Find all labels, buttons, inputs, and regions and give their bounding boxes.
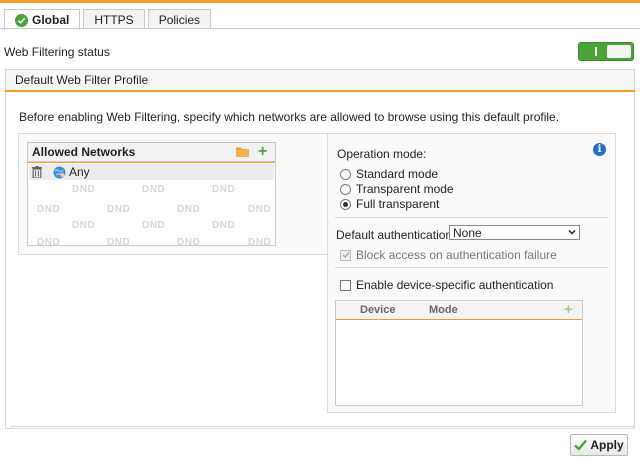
check-icon bbox=[574, 439, 588, 451]
dnd-watermark: DND bbox=[142, 184, 166, 195]
tab-policies[interactable]: Policies bbox=[147, 9, 212, 29]
device-auth-label: Enable device-specific authentication bbox=[356, 278, 554, 292]
device-auth-checkbox[interactable] bbox=[340, 279, 351, 291]
tab-global[interactable]: Global bbox=[4, 9, 81, 30]
tab-policies-label: Policies bbox=[158, 12, 201, 27]
dnd-watermark: DND bbox=[248, 204, 272, 215]
trash-icon[interactable] bbox=[32, 166, 42, 178]
block-access-checkbox bbox=[340, 249, 351, 261]
checkmark-icon bbox=[342, 251, 350, 258]
default-auth-value: None bbox=[453, 225, 482, 240]
top-accent-line bbox=[0, 0, 640, 3]
dnd-watermark: DND bbox=[248, 237, 272, 246]
check-circle-icon bbox=[15, 13, 28, 27]
folder-icon[interactable] bbox=[236, 146, 249, 157]
radio-standard-mode[interactable]: Standard mode bbox=[340, 167, 438, 181]
allowed-networks-header: Allowed Networks + bbox=[28, 143, 275, 163]
tab-https-label: HTTPS bbox=[94, 12, 134, 27]
apply-button[interactable]: Apply bbox=[570, 434, 628, 456]
dnd-watermark: DND bbox=[37, 204, 61, 215]
add-network-icon[interactable]: + bbox=[258, 144, 272, 160]
device-table-header: Device Mode + bbox=[336, 301, 582, 320]
radio-button[interactable] bbox=[340, 168, 351, 180]
default-auth-label: Default authentication: bbox=[336, 228, 456, 242]
add-device-icon: + bbox=[564, 301, 573, 318]
block-access-label: Block access on authentication failure bbox=[356, 248, 557, 262]
column-device: Device bbox=[360, 304, 396, 316]
radio-button-checked[interactable] bbox=[340, 198, 351, 210]
dnd-watermark: DND bbox=[107, 204, 131, 215]
globe-user-icon bbox=[53, 166, 66, 178]
column-mode: Mode bbox=[429, 304, 458, 316]
radio-full-transparent-label: Full transparent bbox=[356, 197, 440, 211]
profile-header: Default Web Filter Profile bbox=[5, 69, 635, 91]
dnd-watermark: DND bbox=[212, 184, 236, 195]
list-item[interactable]: Any bbox=[29, 164, 274, 180]
dnd-watermark: DND bbox=[37, 237, 61, 246]
allowed-networks-title: Allowed Networks bbox=[32, 145, 136, 159]
apply-label: Apply bbox=[590, 438, 624, 452]
info-icon[interactable]: i bbox=[593, 143, 606, 156]
radio-full-transparent[interactable]: Full transparent bbox=[340, 197, 439, 211]
dnd-watermark: DND bbox=[72, 220, 96, 231]
dnd-watermark: DND bbox=[72, 184, 96, 195]
tabs-divider bbox=[0, 28, 640, 29]
profile-title: Default Web Filter Profile bbox=[15, 73, 149, 87]
dnd-watermark: DND bbox=[177, 204, 201, 215]
dnd-watermark: DND bbox=[212, 220, 236, 231]
dnd-watermark: DND bbox=[142, 220, 166, 231]
allowed-networks-list: Allowed Networks + Any DND DND DND DND D… bbox=[27, 142, 276, 246]
tab-global-label: Global bbox=[32, 13, 70, 27]
tab-https[interactable]: HTTPS bbox=[83, 9, 145, 29]
block-access-option: Block access on authentication failure bbox=[340, 248, 557, 262]
separator bbox=[335, 267, 608, 268]
network-any-label: Any bbox=[69, 165, 90, 179]
tab-bar: Global HTTPS Policies bbox=[4, 9, 214, 30]
web-filtering-toggle[interactable] bbox=[578, 42, 634, 61]
toggle-knob bbox=[607, 45, 631, 58]
device-header-accent bbox=[336, 319, 582, 320]
radio-standard-label: Standard mode bbox=[356, 167, 439, 181]
web-filtering-status-label: Web Filtering status bbox=[4, 45, 110, 59]
toggle-on-indicator bbox=[585, 45, 607, 58]
footer-divider bbox=[10, 426, 634, 427]
dnd-watermark: DND bbox=[177, 237, 201, 246]
chevron-down-icon bbox=[568, 229, 576, 235]
operation-mode-label: Operation mode: bbox=[337, 147, 427, 161]
radio-button[interactable] bbox=[340, 183, 351, 195]
radio-transparent-label: Transparent mode bbox=[356, 182, 454, 196]
dnd-watermark: DND bbox=[107, 237, 131, 246]
separator bbox=[335, 217, 608, 218]
radio-transparent-mode[interactable]: Transparent mode bbox=[340, 182, 454, 196]
networks-header-accent bbox=[28, 162, 275, 163]
device-table: Device Mode + bbox=[335, 300, 583, 406]
intro-text: Before enabling Web Filtering, specify w… bbox=[19, 110, 560, 124]
default-auth-select[interactable]: None bbox=[449, 225, 580, 240]
device-auth-option[interactable]: Enable device-specific authentication bbox=[340, 278, 553, 292]
